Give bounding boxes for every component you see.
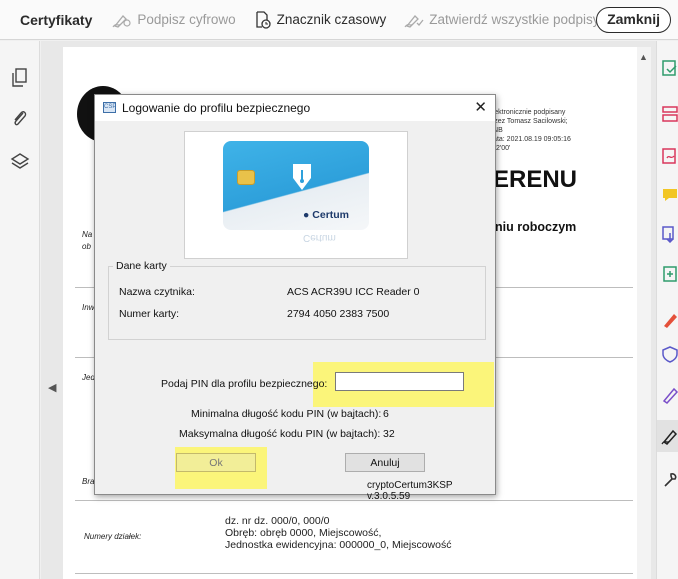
min-pin-length-label: Minimalna długość kodu PIN (w bajtach):	[191, 408, 382, 420]
organize-pages-icon[interactable]	[661, 105, 678, 123]
reader-name-label: Nazwa czytnika:	[119, 286, 195, 298]
divider	[75, 500, 633, 501]
dialog-titlebar: CSP Logowanie do profilu bezpiecznego ✕	[95, 95, 495, 121]
document-subheading: niu roboczym	[495, 220, 577, 234]
close-button[interactable]: Zamknij	[596, 7, 671, 33]
fill-sign-icon[interactable]	[661, 311, 678, 329]
timestamp-label: Znacznik czasowy	[276, 12, 387, 27]
doc-label: Na	[82, 230, 93, 239]
parcel-details: dz. nr dz. 000/0, 000/0 Obręb: obręb 000…	[225, 515, 451, 551]
signature-line: przez Tomasz Sacilowski;	[488, 118, 568, 125]
chip-icon	[237, 170, 255, 185]
attachment-icon[interactable]	[9, 108, 31, 130]
timestamp-icon	[256, 10, 271, 29]
validate-signatures-icon	[404, 14, 424, 28]
certificates-icon[interactable]	[661, 427, 678, 445]
export-pdf-icon[interactable]	[661, 59, 678, 77]
protect-icon[interactable]	[661, 345, 678, 363]
request-signatures-icon[interactable]	[661, 386, 678, 404]
signature-line: +02'00'	[488, 145, 511, 152]
combine-files-icon[interactable]	[661, 225, 678, 243]
divider	[75, 573, 633, 574]
cancel-button[interactable]: Anuluj	[345, 453, 425, 472]
create-pdf-icon[interactable]	[661, 147, 678, 165]
version-label: cryptoCertum3KSP v.3.0.5.59	[367, 480, 453, 502]
reader-name-value: ACS ACR39U ICC Reader 0	[287, 286, 420, 298]
collapse-panel-icon[interactable]: ◀	[48, 381, 56, 394]
layers-icon[interactable]	[9, 151, 31, 173]
validate-all-label: Zatwierdź wszystkie podpisy	[429, 12, 600, 27]
group-legend: Dane karty	[113, 260, 170, 272]
secure-profile-login-dialog: CSP Logowanie do profilu bezpiecznego ✕ …	[94, 94, 496, 502]
dialog-title: Logowanie do profilu bezpiecznego	[122, 101, 311, 115]
parcel-line: Jednostka ewidencyjna: 000000_0, Miejsco…	[225, 539, 452, 551]
timestamp-button[interactable]: Znacznik czasowy	[254, 10, 387, 29]
pin-label: Podaj PIN dla profilu bezpiecznego:	[161, 378, 328, 390]
signature-block: Elektronicznie podpisany przez Tomasz Sa…	[488, 108, 571, 153]
pin-input[interactable]	[335, 372, 464, 391]
ok-button[interactable]: Ok	[176, 453, 256, 472]
comment-icon[interactable]	[661, 186, 678, 204]
max-pin-length-value: 32	[383, 428, 395, 440]
right-tools-panel	[656, 41, 678, 579]
pen-nib-logo-icon	[293, 164, 311, 190]
signature-line: Elektronicznie podpisany	[488, 109, 566, 116]
doc-label: ob	[82, 242, 91, 251]
signature-line: UNB	[488, 126, 571, 135]
close-icon[interactable]: ✕	[474, 95, 487, 121]
smartcard-image: ● Certum Certum	[184, 131, 408, 259]
card-brand-text: Certum	[312, 209, 350, 221]
doc-label: Bra	[82, 477, 95, 486]
toolbar-title: Certyfikaty	[20, 11, 93, 28]
card-brand: ● Certum	[303, 209, 350, 221]
card-number-label: Numer karty:	[119, 308, 180, 320]
left-sidebar	[0, 41, 40, 579]
parcel-label: Numery działek:	[84, 532, 142, 541]
max-pin-length-label: Maksymalna długość kodu PIN (w bajtach):	[179, 428, 381, 440]
card-data-group	[108, 266, 486, 340]
parcel-line: Obręb: obręb 0000, Miejscowość,	[225, 527, 382, 539]
edit-pdf-icon[interactable]	[661, 265, 678, 283]
sign-digital-button[interactable]: Podpisz cyfrowo	[112, 12, 236, 28]
certificates-toolbar: Certyfikaty Podpisz cyfrowo Znacznik cza…	[0, 0, 678, 40]
pages-icon[interactable]	[9, 67, 31, 89]
signature-line: Data: 2021.08.19 09:05:16	[488, 136, 571, 143]
min-pin-length-value: 6	[383, 408, 389, 420]
scroll-up-icon[interactable]: ▲	[639, 52, 648, 62]
app-icon: CSP	[103, 102, 116, 113]
vertical-scrollbar[interactable]	[637, 47, 651, 579]
tools-icon[interactable]	[661, 471, 678, 489]
certum-card: ● Certum	[223, 141, 369, 230]
validate-all-button[interactable]: Zatwierdź wszystkie podpisy	[404, 12, 600, 28]
sign-digital-label: Podpisz cyfrowo	[137, 12, 236, 27]
card-reflection: Certum	[303, 232, 336, 243]
card-number-value: 2794 4050 2383 7500	[287, 308, 390, 320]
pen-sign-icon	[112, 14, 131, 28]
parcel-line: dz. nr dz. 000/0, 000/0	[225, 515, 330, 527]
document-heading: ERENU	[493, 166, 578, 193]
